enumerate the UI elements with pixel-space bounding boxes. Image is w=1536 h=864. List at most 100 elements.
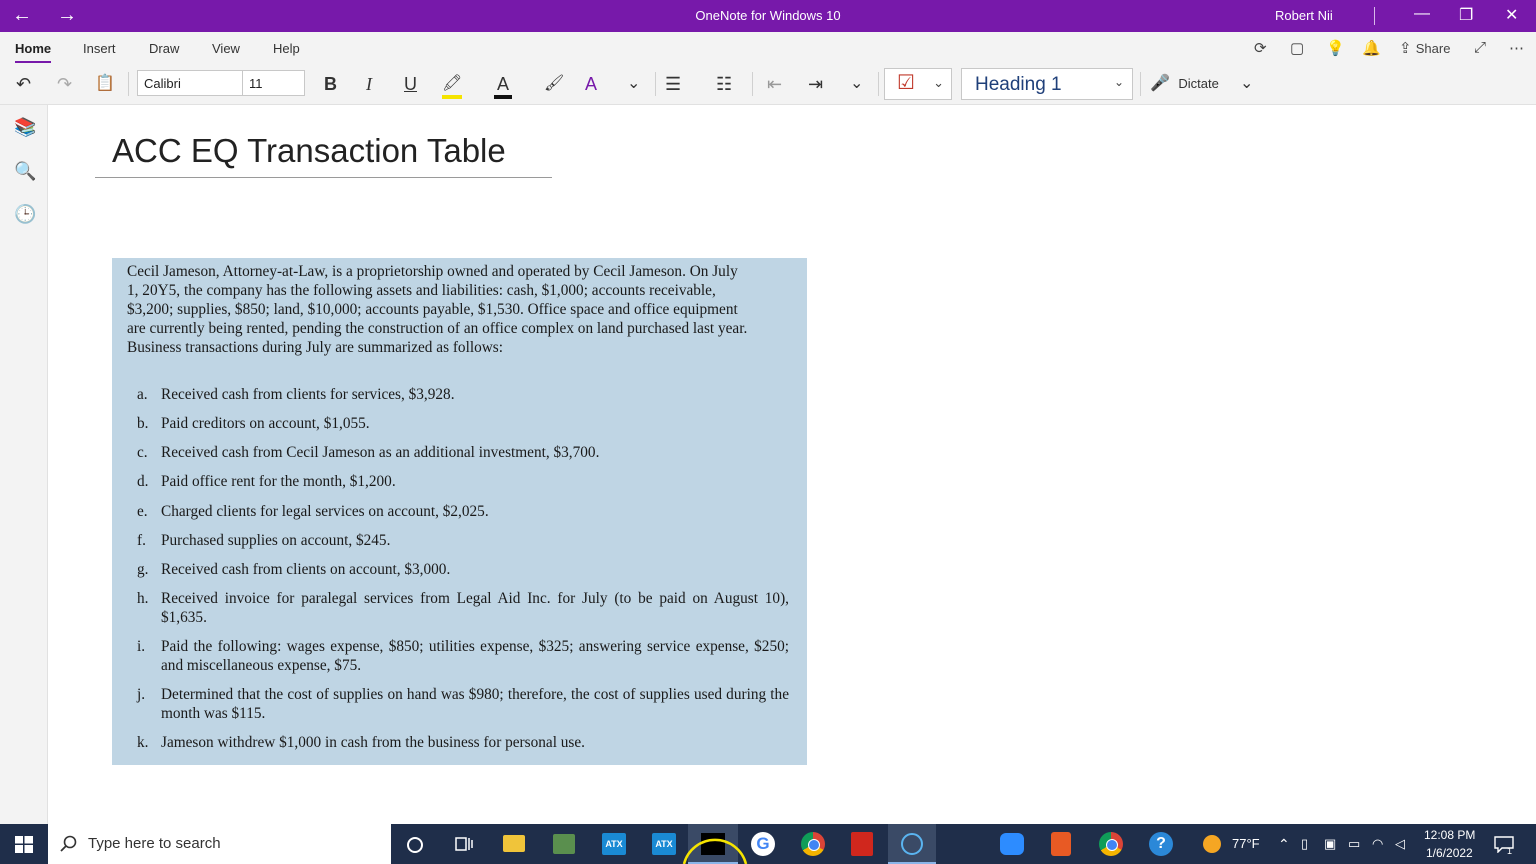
wifi-icon[interactable]: ◠ [1372, 836, 1383, 852]
weather-temp[interactable]: 77°F [1232, 836, 1260, 851]
page-title[interactable]: ACC EQ Transaction Table [112, 132, 506, 170]
item-letter: g. [137, 561, 149, 578]
nav-sidebar: 📚 🔍 🕒 [0, 105, 48, 824]
italic-button[interactable]: I [366, 73, 372, 95]
tab-view[interactable]: View [212, 41, 240, 56]
file-explorer-icon[interactable] [503, 835, 525, 852]
chevron-down-icon: ⌄ [1113, 75, 1124, 89]
zoom-icon[interactable] [1000, 833, 1024, 855]
minimize-icon[interactable]: — [1414, 5, 1430, 23]
font-name-field[interactable]: Calibri [137, 70, 243, 96]
title-separator [1374, 7, 1375, 25]
help-icon[interactable]: ? [1149, 832, 1173, 856]
item-text: Purchased supplies on account, $245. [161, 532, 391, 549]
battery-icon[interactable]: ▭ [1348, 836, 1360, 852]
notebooks-icon[interactable]: 📚 [14, 117, 36, 138]
style-select[interactable]: Heading 1 ⌄ [961, 68, 1133, 100]
item-text: Determined that the cost of supplies on … [161, 686, 789, 722]
item-letter: a. [137, 386, 148, 403]
acrobat-icon[interactable] [851, 832, 873, 856]
chevron-down-icon[interactable]: ⌄ [850, 73, 863, 95]
todo-tag-button[interactable]: ☑ ⌄ [884, 68, 952, 100]
indent-icon[interactable]: ⇥ [808, 73, 823, 95]
share-button[interactable]: ⇪ Share [1399, 39, 1450, 57]
undo-icon[interactable]: ↶ [16, 73, 31, 95]
item-text: Received cash from Cecil Jameson as an a… [161, 444, 600, 461]
toolbar-separator [655, 72, 656, 96]
taskbar-search[interactable]: Type here to search [48, 824, 391, 864]
bell-icon[interactable]: 🔔 [1362, 39, 1381, 57]
tab-home[interactable]: Home [15, 41, 52, 63]
clock-date[interactable]: 1/6/2022 [1426, 846, 1473, 860]
item-letter: h. [137, 590, 149, 607]
display-icon[interactable]: ▣ [1324, 836, 1336, 852]
dictate-button[interactable]: 🎤 Dictate [1150, 73, 1219, 95]
device-icon[interactable]: ▯ [1301, 836, 1308, 852]
outdent-icon[interactable]: ⇤ [767, 73, 782, 95]
item-letter: f. [137, 532, 146, 549]
chrome-icon[interactable] [801, 832, 825, 856]
item-letter: d. [137, 473, 149, 490]
snip-icon[interactable] [1051, 832, 1071, 856]
more-icon[interactable]: ⋯ [1509, 39, 1524, 57]
problem-intro: Cecil Jameson, Attorney-at-Law, is a pro… [127, 263, 748, 356]
windows-start-icon[interactable] [15, 836, 33, 853]
tab-help[interactable]: Help [273, 41, 300, 56]
recent-icon[interactable]: 🕒 [14, 204, 36, 225]
atx-icon[interactable]: ATX [602, 833, 626, 855]
restore-icon[interactable]: ❐ [1459, 5, 1473, 25]
task-view-icon[interactable] [454, 835, 474, 853]
expand-icon[interactable]: ⤢ [1474, 39, 1486, 56]
clipboard-icon[interactable]: 📋 [95, 73, 115, 95]
highlighter-icon[interactable]: 🖍 [442, 73, 463, 99]
media-app-button[interactable] [888, 824, 936, 864]
search-icon [60, 835, 77, 852]
weather-icon[interactable] [1203, 835, 1221, 853]
bold-button[interactable]: B [324, 73, 337, 95]
microphone-icon: 🎤 [1150, 75, 1170, 92]
tab-draw[interactable]: Draw [149, 41, 179, 56]
title-underline [95, 177, 552, 178]
toolbar-separator [752, 72, 753, 96]
checkbox-icon: ☑ [897, 72, 915, 94]
item-letter: c. [137, 444, 148, 461]
cursor-highlight [682, 838, 748, 864]
chevron-down-icon[interactable]: ⌄ [1240, 73, 1253, 95]
redo-icon[interactable]: ↷ [57, 73, 72, 95]
notification-count: 1 [1507, 846, 1513, 856]
item-text: Paid office rent for the month, $1,200. [161, 473, 396, 490]
item-text: Received cash from clients for services,… [161, 386, 455, 403]
item-text: Received invoice for paralegal services … [161, 590, 789, 626]
google-icon[interactable]: G [751, 832, 775, 856]
problem-image: Cecil Jameson, Attorney-at-Law, is a pro… [112, 258, 807, 765]
close-icon[interactable]: ✕ [1505, 5, 1518, 25]
underline-button[interactable]: U [404, 73, 417, 95]
cortana-icon[interactable] [405, 835, 425, 855]
share-label: Share [1415, 41, 1451, 56]
chevron-down-icon[interactable]: ⌄ [627, 73, 640, 95]
font-size-field[interactable]: 11 [242, 70, 305, 96]
font-color-icon[interactable]: A [494, 73, 512, 99]
chevron-down-icon: ⌄ [933, 75, 944, 90]
taskbar: Type here to search ATX ATX G ? 77°F ⌃ ▯… [0, 824, 1536, 864]
item-letter: j. [137, 686, 146, 703]
tab-insert[interactable]: Insert [83, 41, 116, 56]
clear-formatting-icon[interactable]: A [585, 73, 597, 95]
numbering-icon[interactable]: ☷ [716, 73, 732, 95]
bullets-icon[interactable]: ☰ [665, 73, 681, 95]
app-icon[interactable] [553, 834, 575, 854]
chevron-up-icon[interactable]: ⌃ [1278, 836, 1290, 853]
share-icon: ⇪ [1399, 40, 1412, 57]
search-placeholder: Type here to search [88, 835, 221, 852]
search-icon[interactable]: 🔍 [14, 161, 36, 182]
user-name[interactable]: Robert Nii [1275, 8, 1333, 23]
clock-time[interactable]: 12:08 PM [1424, 828, 1475, 842]
format-painter-icon[interactable]: 🖌 [544, 73, 564, 95]
volume-icon[interactable]: ◁ [1395, 836, 1405, 852]
lightbulb-icon[interactable]: 💡 [1326, 39, 1345, 57]
sync-icon[interactable]: ⟳ [1254, 39, 1267, 57]
toolbar-separator [1140, 72, 1141, 96]
chrome-icon[interactable] [1099, 832, 1123, 856]
atx-icon[interactable]: ATX [652, 833, 676, 855]
pages-icon[interactable]: ▢ [1290, 39, 1304, 57]
